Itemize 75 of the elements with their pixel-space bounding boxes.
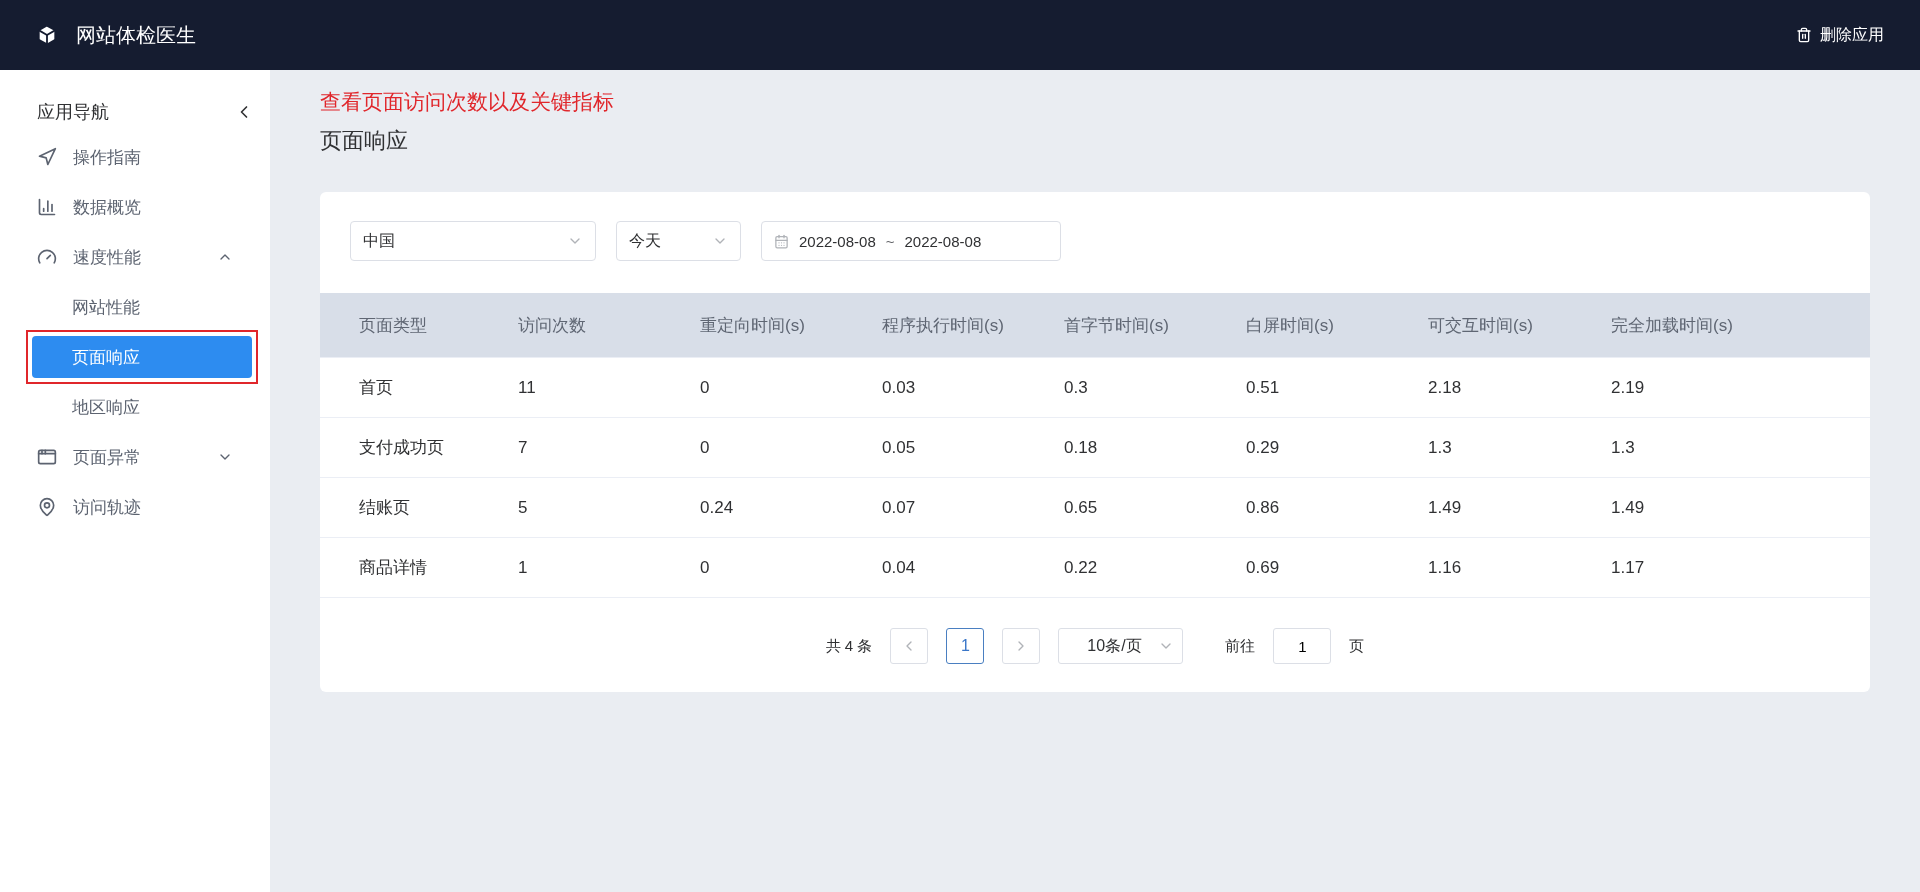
table-cell-text: 结账页 (359, 497, 411, 519)
column-header: 可交互时间(s) (1428, 314, 1534, 337)
goto-suffix: 页 (1349, 636, 1365, 656)
app-title: 网站体检医生 (76, 22, 196, 48)
table-cell-text: 5 (518, 497, 529, 518)
column-header: 访问次数 (518, 314, 587, 337)
gauge-icon (37, 247, 57, 267)
page-title: 页面响应 (320, 127, 409, 155)
table-cell-text: 0.03 (882, 377, 917, 398)
column-header: 完全加载时间(s) (1611, 314, 1734, 337)
sidebar-item[interactable]: 操作指南 (0, 132, 270, 182)
window-icon (37, 447, 57, 467)
table-cell-text: 2.19 (1611, 377, 1646, 398)
table-cell-text: 0.86 (1246, 497, 1281, 518)
table-cell-text: 2.18 (1428, 377, 1463, 398)
table-cell-text: 0.51 (1246, 377, 1281, 398)
page-button[interactable]: 1 (946, 628, 985, 664)
table-cell-text: 1.3 (1428, 437, 1453, 458)
period-select[interactable]: 今天 (616, 221, 741, 261)
table-cell-text: 1.3 (1611, 437, 1636, 458)
table-cell-text: 1 (518, 557, 529, 578)
table-cell-text: 0 (700, 377, 711, 398)
column-header: 程序执行时间(s) (882, 314, 1005, 337)
table-cell-text: 0.65 (1064, 497, 1099, 518)
sidebar-item[interactable]: 页面异常 (0, 432, 270, 482)
sidebar-item[interactable]: 速度性能 (0, 232, 270, 282)
sidebar-subitem[interactable]: 网站性能 (32, 286, 252, 328)
table-cell-text: 0 (700, 437, 711, 458)
column-header: 首字节时间(s) (1064, 314, 1170, 337)
sidebar-title: 应用导航 (37, 101, 109, 124)
table-cell-text: 商品详情 (359, 557, 428, 579)
date-separator: ~ (885, 232, 895, 250)
sidebar-subitem[interactable]: 页面响应 (32, 336, 252, 378)
table-cell-text: 1.49 (1428, 497, 1463, 518)
start-date: 2022-08-08 (799, 232, 876, 250)
navigation-icon (37, 147, 57, 167)
table-cell-text: 0.22 (1064, 557, 1099, 578)
table-cell-text: 首页 (359, 377, 394, 399)
trash-icon (1796, 27, 1812, 43)
table-cell-text: 1.16 (1428, 557, 1463, 578)
annotation-text: 查看页面访问次数以及关键指标 (320, 89, 615, 116)
map-pin-icon (37, 497, 57, 517)
delete-app-button[interactable]: 删除应用 (1790, 23, 1890, 47)
page-size-select[interactable]: 10条/页 (1058, 628, 1184, 664)
table-cell-text: 11 (518, 377, 537, 398)
goto-label: 前往 (1225, 636, 1256, 656)
table-cell-text: 7 (518, 437, 529, 458)
end-date: 2022-08-08 (904, 232, 982, 250)
table-cell-text: 1.49 (1611, 497, 1646, 518)
bar-chart-icon (37, 197, 57, 217)
column-header: 白屏时间(s) (1246, 314, 1335, 337)
date-range-picker[interactable]: 2022-08-08 ~ 2022-08-08 (761, 221, 1061, 261)
sidebar-item[interactable]: 数据概览 (0, 182, 270, 232)
sidebar-subitem[interactable]: 地区响应 (32, 386, 252, 428)
cube-icon (36, 24, 58, 46)
previous-page-button[interactable] (890, 628, 929, 664)
table-cell-text: 0 (700, 557, 711, 578)
table-cell-text: 0.04 (882, 557, 917, 578)
region-select[interactable]: 中国 (350, 221, 596, 261)
sidebar-item[interactable]: 访问轨迹 (0, 482, 270, 532)
column-header: 页面类型 (359, 314, 428, 337)
column-header: 重定向时间(s) (700, 314, 806, 337)
table-cell-text: 0.24 (700, 497, 735, 518)
table-cell-text: 1.17 (1611, 557, 1646, 578)
table-cell-text: 0.07 (882, 497, 917, 518)
table-cell-text: 支付成功页 (359, 437, 445, 459)
table-cell-text: 0.18 (1064, 437, 1099, 458)
calendar-icon (774, 233, 789, 249)
goto-page-field[interactable]: 1 (1273, 628, 1332, 664)
table-cell-text: 0.05 (882, 437, 917, 458)
next-page-button[interactable] (1002, 628, 1041, 664)
table-cell-text: 0.3 (1064, 377, 1089, 398)
table-cell-text: 0.69 (1246, 557, 1281, 578)
table-cell-text: 0.29 (1246, 437, 1281, 458)
total-count: 共 4 条 (825, 636, 873, 656)
